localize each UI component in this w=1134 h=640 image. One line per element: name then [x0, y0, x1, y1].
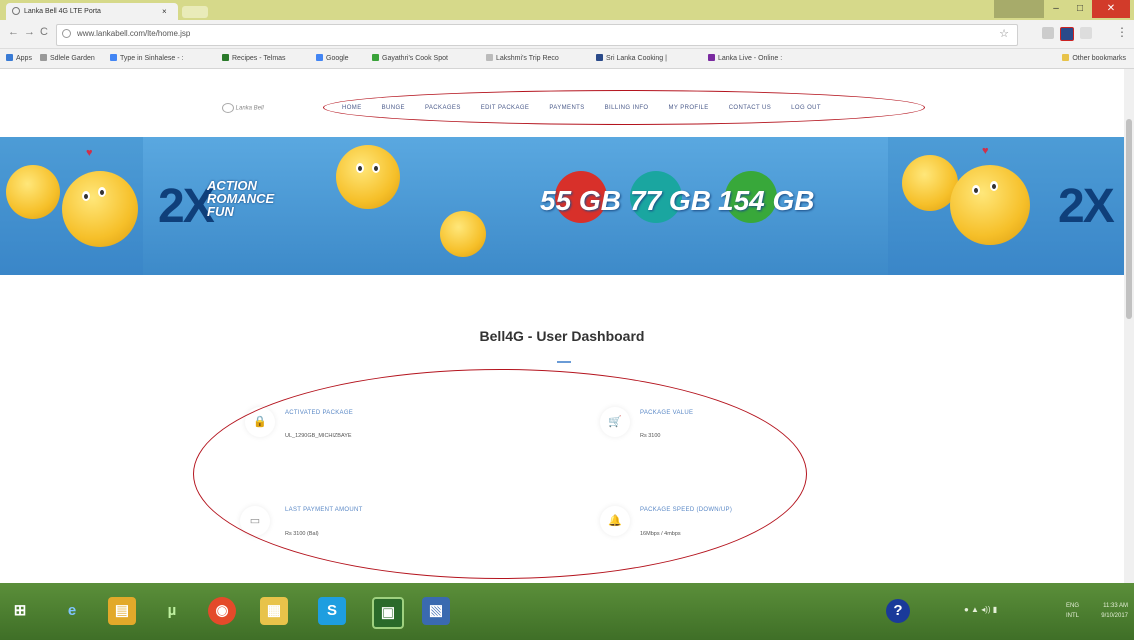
dashboard-title: Bell4G - User Dashboard: [479, 328, 645, 344]
promo-banner[interactable]: ♥ 2X ACTION ROMANCE FUN 55 GB 77 GB 154 …: [0, 137, 1124, 275]
other-bookmarks[interactable]: Other bookmarks: [1062, 54, 1126, 62]
logo-icon: [222, 103, 234, 113]
eye-icon: [972, 185, 980, 195]
bookmark-item[interactable]: Gayathri's Cook Spot: [372, 54, 448, 62]
loading-icon: [12, 7, 20, 15]
bookmark-item[interactable]: Sdlele Garden: [40, 54, 95, 62]
close-button[interactable]: ✕: [1092, 0, 1130, 18]
heart-icon: ♥: [982, 145, 989, 157]
tab-close-icon[interactable]: ×: [162, 3, 167, 20]
emoji-icon: [440, 211, 486, 257]
google-icon: [316, 54, 323, 61]
utorrent-icon[interactable]: µ: [158, 597, 186, 625]
package-55gb: 55 GB: [540, 185, 621, 216]
eye-icon: [98, 187, 106, 197]
eye-icon: [372, 163, 380, 173]
chrome-icon[interactable]: ◉: [208, 597, 236, 625]
bookmark-item[interactable]: Lakshmi's Trip Reco: [486, 54, 559, 62]
reload-button[interactable]: C: [40, 26, 48, 38]
emoji-icon: [950, 165, 1030, 245]
heart-icon: ♥: [86, 147, 93, 159]
clock[interactable]: 11:33 AM 9/10/2017: [1101, 601, 1128, 621]
tab-title: Lanka Bell 4G LTE Porta: [24, 8, 101, 15]
page-info-icon[interactable]: [62, 29, 71, 38]
bookmark-item[interactable]: Recipes - Telmas: [222, 54, 286, 62]
bookmark-favicon-icon: [222, 54, 229, 61]
bookmark-item[interactable]: Sri Lanka Cooking |: [596, 54, 667, 62]
extension-icon[interactable]: [1060, 27, 1074, 41]
emoji-icon: [6, 165, 60, 219]
package-154gb: 154 GB: [718, 185, 815, 216]
ie-icon[interactable]: e: [58, 597, 86, 625]
bookmark-star-icon[interactable]: ☆: [999, 27, 1009, 40]
new-tab-button[interactable]: [182, 6, 208, 18]
tray-icons[interactable]: ● ▲ ◂)) ▮: [964, 605, 997, 614]
app-icon[interactable]: ▧: [422, 597, 450, 625]
user-profile-button[interactable]: [994, 0, 1044, 18]
page-scrollbar[interactable]: [1124, 69, 1134, 583]
bookmark-item[interactable]: Lanka Live - Online :: [708, 54, 782, 62]
window-controls: – □ ✕: [994, 0, 1130, 18]
bookmark-item[interactable]: Type in Sinhalese - :: [110, 54, 183, 62]
forward-button[interactable]: →: [24, 26, 35, 38]
bookmark-favicon-icon: [372, 54, 379, 61]
extension-icon[interactable]: [1080, 27, 1092, 39]
google-icon: [110, 54, 117, 61]
eye-icon: [990, 181, 998, 191]
address-bar-row: ← → C www.lankabell.com/lte/home.jsp ☆ ⋮: [0, 20, 1134, 49]
emoji-icon: [62, 171, 138, 247]
system-tray: ? ● ▲ ◂)) ▮ ENG INTL 11:33 AM 9/10/2017: [884, 583, 1134, 640]
app-icon[interactable]: ▣: [372, 597, 404, 629]
skype-icon[interactable]: S: [318, 597, 346, 625]
site-logo[interactable]: Lanka Bell: [222, 103, 264, 113]
bookmark-favicon-icon: [596, 54, 603, 61]
start-button[interactable]: ⊞: [6, 597, 34, 625]
maximize-button[interactable]: □: [1068, 0, 1092, 18]
extension-icon[interactable]: [1042, 27, 1054, 39]
title-bar: Lanka Bell 4G LTE Porta × – □ ✕: [0, 0, 1134, 20]
explorer-icon[interactable]: ▤: [108, 597, 136, 625]
eye-icon: [356, 163, 364, 173]
minimize-button[interactable]: –: [1044, 0, 1068, 18]
bookmark-item[interactable]: Google: [316, 54, 349, 62]
package-77gb: 77 GB: [630, 185, 711, 216]
banner-2x-text: 2X: [1058, 180, 1115, 233]
banner-2x-text: 2X: [158, 180, 215, 233]
browser-tab[interactable]: Lanka Bell 4G LTE Porta ×: [6, 3, 178, 20]
language-indicator[interactable]: ENG INTL: [1066, 601, 1079, 621]
banner-tagline: ACTION ROMANCE FUN: [207, 178, 275, 219]
bookmarks-bar: Apps Sdlele Garden Type in Sinhalese - :…: [0, 49, 1134, 69]
page-icon: [486, 54, 493, 61]
url-text[interactable]: www.lankabell.com/lte/home.jsp: [77, 29, 190, 38]
bookmark-item[interactable]: Apps: [6, 54, 32, 62]
folder-icon[interactable]: ▦: [260, 597, 288, 625]
help-icon[interactable]: ?: [886, 599, 910, 623]
apps-icon: [6, 54, 13, 61]
folder-icon: [1062, 54, 1070, 61]
windows-taskbar: ⊞ e ▤ µ ◉ ▦ S ▣ ▧ ? ● ▲ ◂)) ▮ ENG INTL 1…: [0, 583, 1134, 640]
menu-icon[interactable]: ⋮: [1116, 25, 1128, 39]
web-page: Lanka Bell HOME BUNGE PACKAGES EDIT PACK…: [0, 69, 1124, 583]
title-underline: [557, 361, 571, 363]
scrollbar-thumb[interactable]: [1126, 119, 1132, 319]
nav-highlight-oval: [323, 90, 925, 125]
back-button[interactable]: ←: [8, 26, 19, 38]
eye-icon: [82, 191, 90, 201]
emoji-icon: [336, 145, 400, 209]
cards-highlight-oval: [193, 369, 807, 579]
bookmark-favicon-icon: [708, 54, 715, 61]
url-bar[interactable]: www.lankabell.com/lte/home.jsp ☆: [56, 24, 1018, 46]
bookmark-favicon-icon: [40, 54, 47, 61]
